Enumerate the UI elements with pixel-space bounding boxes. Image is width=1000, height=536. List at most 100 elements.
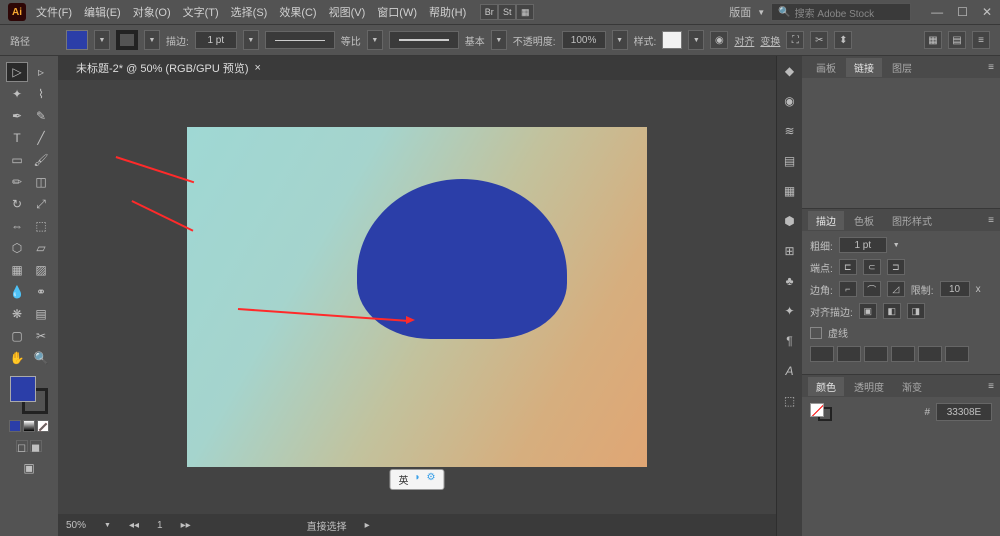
minimize-button[interactable]: —: [931, 5, 943, 19]
corner-miter[interactable]: ⌐: [839, 281, 857, 297]
ime-gear-icon[interactable]: ⚙: [427, 472, 436, 487]
direct-selection-tool[interactable]: ▹: [30, 62, 52, 82]
character-icon[interactable]: ✦: [781, 302, 799, 320]
selection-tool[interactable]: ▷: [6, 62, 28, 82]
panel-menu-icon[interactable]: ≡: [988, 381, 994, 392]
dash-2[interactable]: [864, 346, 888, 362]
graphic-styles-icon[interactable]: ⊞: [781, 242, 799, 260]
stroke-weight-input[interactable]: 1 pt: [195, 31, 237, 49]
magic-wand-tool[interactable]: ✦: [6, 84, 28, 104]
cap-butt[interactable]: ⊏: [839, 259, 857, 275]
gradient-mode[interactable]: [23, 420, 35, 432]
isolate-icon[interactable]: ⛶: [786, 31, 804, 49]
status-play-icon[interactable]: ▸: [365, 520, 370, 531]
shape-builder-tool[interactable]: ⬡: [6, 238, 28, 258]
stroke-weight-dropdown[interactable]: ▼: [243, 30, 259, 50]
menu-type[interactable]: 文字(T): [183, 4, 219, 20]
screen-mode[interactable]: ▣: [18, 458, 40, 478]
symbols-icon[interactable]: ▤: [781, 152, 799, 170]
shaper-tool[interactable]: ✏: [6, 172, 28, 192]
gap-3[interactable]: [945, 346, 969, 362]
paragraph-icon[interactable]: ¶: [781, 332, 799, 350]
chevron-down-icon[interactable]: ▼: [893, 242, 900, 249]
transform-link[interactable]: 变换: [760, 33, 780, 48]
menu-window[interactable]: 窗口(W): [377, 4, 417, 20]
fill-dropdown[interactable]: ▼: [94, 30, 110, 50]
tab-transparency[interactable]: 透明度: [846, 377, 892, 396]
layout-label[interactable]: 版面: [729, 4, 751, 20]
menu-effect[interactable]: 效果(C): [279, 4, 316, 20]
option-icon-2[interactable]: ▤: [948, 31, 966, 49]
maximize-button[interactable]: ☐: [957, 5, 968, 19]
align-link[interactable]: 对齐: [734, 33, 754, 48]
draw-behind[interactable]: ◼: [30, 440, 42, 452]
zoom-level[interactable]: 50%: [66, 520, 86, 531]
nav-next-icon[interactable]: ▸▸: [181, 520, 191, 531]
mesh-tool[interactable]: ▦: [6, 260, 28, 280]
pen-tool[interactable]: ✒: [6, 106, 28, 126]
type-tool[interactable]: T: [6, 128, 28, 148]
draw-normal[interactable]: ◻: [16, 440, 28, 452]
stroke-dropdown[interactable]: ▼: [144, 30, 160, 50]
width-tool[interactable]: ⇔: [6, 216, 28, 236]
tab-color[interactable]: 颜色: [808, 377, 844, 396]
color-icon[interactable]: ♣: [781, 272, 799, 290]
cap-round[interactable]: ⊂: [863, 259, 881, 275]
brushes-icon[interactable]: ≋: [781, 122, 799, 140]
rectangle-tool[interactable]: ▭: [6, 150, 28, 170]
chevron-down-icon[interactable]: ▼: [757, 8, 765, 17]
arrange-icon[interactable]: ⬍: [834, 31, 852, 49]
dash-1[interactable]: [810, 346, 834, 362]
artboard[interactable]: [187, 127, 647, 467]
menu-help[interactable]: 帮助(H): [429, 4, 466, 20]
fill-swatch[interactable]: [66, 30, 88, 50]
style-dropdown[interactable]: ▼: [688, 30, 704, 50]
rotate-tool[interactable]: ↻: [6, 194, 28, 214]
tab-layers[interactable]: 图层: [884, 58, 920, 77]
ratio-dropdown[interactable]: ▼: [367, 30, 383, 50]
ime-indicator[interactable]: 英 ◗ ⚙: [389, 469, 444, 490]
tab-stroke[interactable]: 描边: [808, 211, 844, 230]
dash-3[interactable]: [918, 346, 942, 362]
crop-icon[interactable]: ✂: [810, 31, 828, 49]
curvature-tool[interactable]: ✎: [30, 106, 52, 126]
perspective-tool[interactable]: ▱: [30, 238, 52, 258]
properties-icon[interactable]: ◆: [781, 62, 799, 80]
tab-links[interactable]: 链接: [846, 58, 882, 77]
stroke-profile[interactable]: [265, 31, 335, 49]
blend-tool[interactable]: ⚭: [30, 282, 52, 302]
tab-close-icon[interactable]: ×: [255, 62, 261, 74]
swatches-icon[interactable]: ◉: [781, 92, 799, 110]
style-swatch[interactable]: [662, 31, 682, 49]
menu-view[interactable]: 视图(V): [329, 4, 366, 20]
fill-color[interactable]: [10, 376, 36, 402]
tab-swatches[interactable]: 色板: [846, 211, 882, 230]
slice-tool[interactable]: ✂: [30, 326, 52, 346]
appearance-icon[interactable]: ⬢: [781, 212, 799, 230]
recolor-icon[interactable]: ◉: [710, 31, 728, 49]
blue-shape[interactable]: [357, 179, 567, 339]
cap-projecting[interactable]: ⊐: [887, 259, 905, 275]
mini-fill-stroke[interactable]: [810, 403, 832, 421]
stroke-swatch[interactable]: [116, 30, 138, 50]
lasso-tool[interactable]: ⌇: [30, 84, 52, 104]
panel-menu-icon[interactable]: ≡: [988, 215, 994, 226]
dash-checkbox[interactable]: [810, 327, 822, 339]
gap-2[interactable]: [891, 346, 915, 362]
option-icon-1[interactable]: ▦: [924, 31, 942, 49]
brush-tool[interactable]: 🖌: [30, 150, 52, 170]
bridge-badge[interactable]: Br: [480, 4, 498, 20]
zoom-tool[interactable]: 🔍: [30, 348, 52, 368]
align-outside[interactable]: ◨: [907, 303, 925, 319]
opacity-dropdown[interactable]: ▼: [612, 30, 628, 50]
color-mode[interactable]: [9, 420, 21, 432]
symbol-tool[interactable]: ❋: [6, 304, 28, 324]
hex-input[interactable]: 33308E: [936, 403, 992, 421]
document-tab[interactable]: 未标题-2* @ 50% (RGB/GPU 预览) ×: [68, 60, 269, 76]
hand-tool[interactable]: ✋: [6, 348, 28, 368]
artboard-tool[interactable]: ▢: [6, 326, 28, 346]
stroke-panel-icon[interactable]: ▦: [781, 182, 799, 200]
brush-dropdown[interactable]: ▼: [491, 30, 507, 50]
tab-graphic-styles[interactable]: 图形样式: [884, 211, 940, 230]
graph-tool[interactable]: ▤: [30, 304, 52, 324]
